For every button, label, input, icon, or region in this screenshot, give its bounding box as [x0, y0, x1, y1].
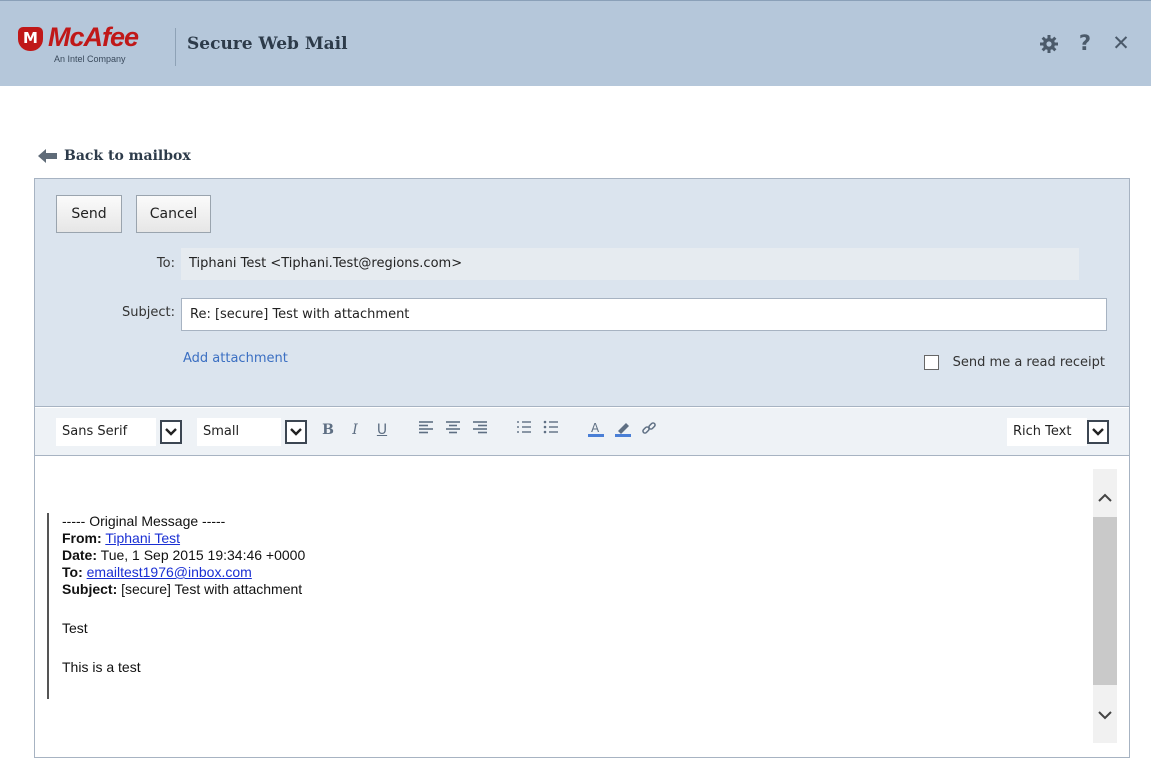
subject-line-value: [secure] Test with attachment [121, 581, 303, 597]
close-icon[interactable]: ✕ [1111, 31, 1131, 55]
italic-icon[interactable]: I [347, 420, 363, 440]
highlight-color-icon[interactable] [614, 420, 631, 440]
link-icon[interactable] [641, 420, 657, 440]
underline-icon[interactable]: U [374, 420, 390, 440]
format-mode-value: Rich Text [1007, 418, 1087, 446]
read-receipt-option: Send me a read receipt [923, 355, 1105, 370]
font-family-value: Sans Serif [56, 418, 156, 446]
cancel-button[interactable]: Cancel [136, 195, 211, 233]
bullet-list-icon[interactable] [543, 420, 559, 440]
body-line: Test [62, 620, 88, 636]
font-family-select[interactable]: Sans Serif [56, 418, 182, 446]
font-size-value: Small [197, 418, 281, 446]
scroll-down-icon[interactable] [1093, 701, 1117, 729]
editor-toolbar: Sans Serif Small B I U A Rich Text [35, 408, 1129, 456]
date-line: Date: Tue, 1 Sep 2015 19:34:46 +0000 [62, 547, 947, 564]
align-center-icon[interactable] [445, 420, 461, 440]
original-message-separator: ----- Original Message ----- [62, 513, 226, 529]
chevron-down-icon [160, 420, 182, 444]
app-title: Secure Web Mail [187, 34, 348, 54]
subject-line: Subject: [secure] Test with attachment [62, 581, 947, 598]
compose-header: Send Cancel To: Tiphani Test <Tiphani.Te… [35, 179, 1129, 407]
back-to-mailbox-link[interactable]: Back to mailbox [38, 148, 191, 164]
read-receipt-label: Send me a read receipt [952, 355, 1105, 370]
format-mode-select[interactable]: Rich Text [1007, 418, 1109, 446]
back-arrow-icon [38, 149, 57, 163]
message-body-editor[interactable]: ----- Original Message ----- From: Tipha… [35, 457, 1129, 757]
numbered-list-icon[interactable] [516, 420, 532, 440]
align-right-icon[interactable] [472, 420, 488, 440]
mcafee-logo: M McAfee An Intel Company [18, 22, 168, 67]
back-label: Back to mailbox [64, 148, 191, 164]
from-label: From: [62, 530, 102, 546]
from-link[interactable]: Tiphani Test [105, 530, 180, 546]
gear-icon[interactable] [1039, 31, 1059, 55]
date-value: Tue, 1 Sep 2015 19:34:46 +0000 [100, 547, 306, 563]
scroll-up-icon[interactable] [1093, 483, 1117, 511]
to-line-label: To: [62, 564, 83, 580]
align-left-icon[interactable] [418, 420, 434, 440]
brand-name: McAfee [48, 22, 139, 52]
format-buttons: B I U A [320, 420, 657, 440]
read-receipt-checkbox[interactable] [923, 355, 939, 370]
subject-line-label: Subject: [62, 581, 118, 597]
bold-icon[interactable]: B [320, 420, 336, 440]
date-label: Date: [62, 547, 98, 563]
message-scrollbar[interactable] [1093, 469, 1117, 743]
from-line: From: Tiphani Test [62, 530, 947, 547]
chevron-down-icon [285, 420, 307, 444]
send-button[interactable]: Send [56, 195, 122, 233]
brand-tagline: An Intel Company [54, 54, 126, 64]
header-divider [175, 28, 176, 66]
subject-input[interactable] [181, 298, 1107, 331]
font-size-select[interactable]: Small [197, 418, 307, 446]
app-header: M McAfee An Intel Company Secure Web Mai… [0, 0, 1151, 86]
text-color-icon[interactable]: A [587, 420, 604, 440]
to-line: To: emailtest1976@inbox.com [62, 564, 947, 581]
svg-text:A: A [591, 421, 600, 435]
body-line: This is a test [62, 659, 141, 675]
to-link[interactable]: emailtest1976@inbox.com [87, 564, 252, 580]
chevron-down-icon [1087, 420, 1109, 444]
add-attachment-link[interactable]: Add attachment [183, 351, 288, 366]
quoted-original-message: ----- Original Message ----- From: Tipha… [47, 513, 947, 699]
subject-label: Subject: [122, 305, 175, 320]
help-icon[interactable]: ? [1075, 31, 1095, 55]
to-field[interactable]: Tiphani Test <Tiphani.Test@regions.com> [181, 248, 1079, 280]
scrollbar-thumb[interactable] [1093, 517, 1117, 685]
header-actions: ? ✕ [1039, 31, 1131, 55]
to-label: To: [156, 256, 175, 271]
compose-panel: Send Cancel To: Tiphani Test <Tiphani.Te… [34, 178, 1130, 758]
mcafee-shield-icon: M [18, 27, 43, 51]
